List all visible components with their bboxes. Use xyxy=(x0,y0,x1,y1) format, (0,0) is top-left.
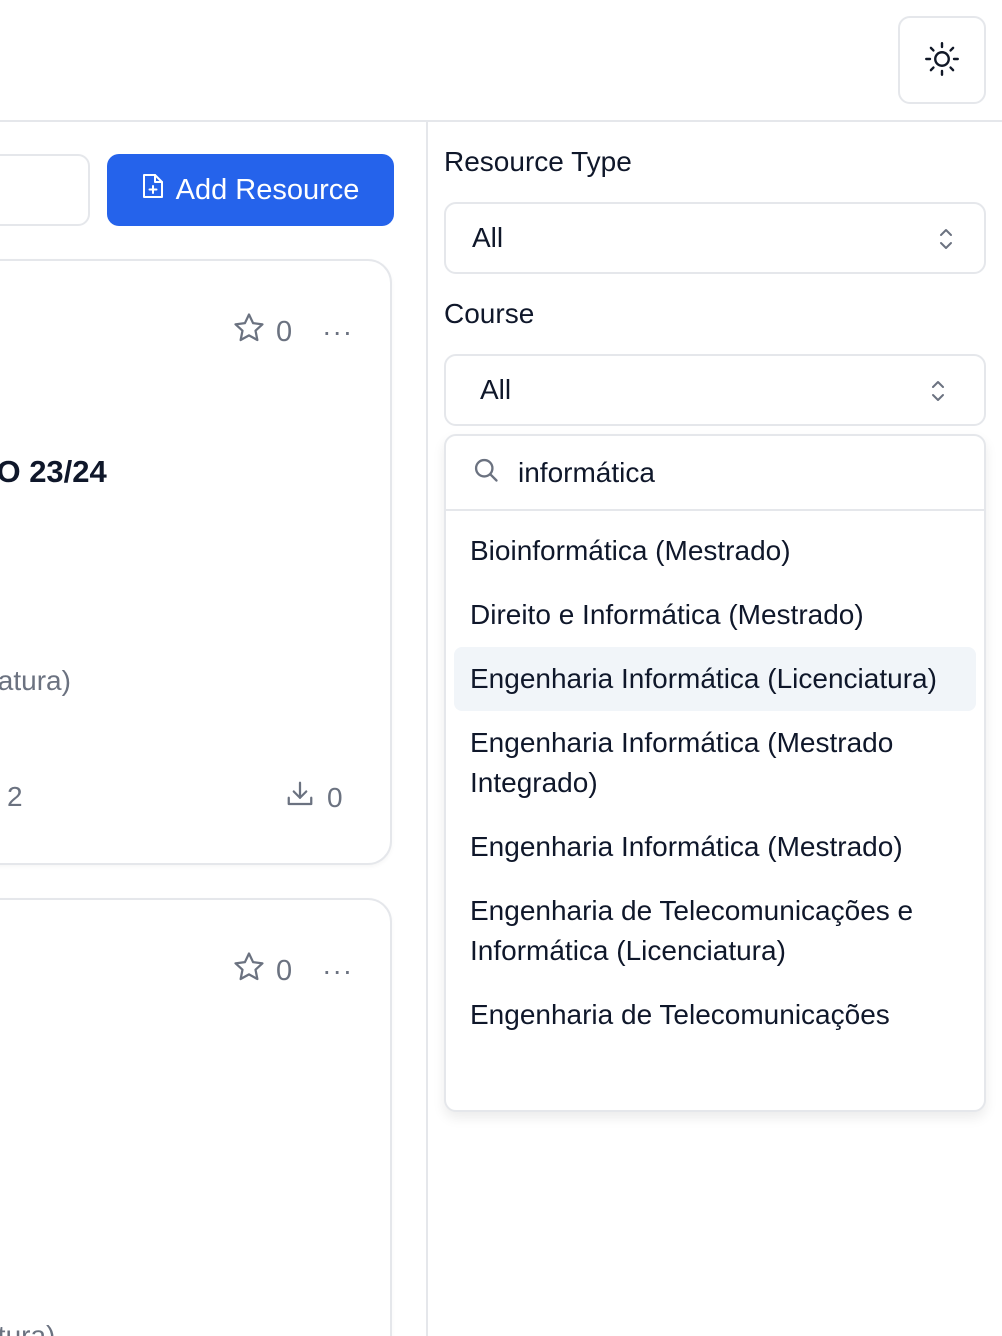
course-option[interactable]: Direito e Informática (Mestrado) xyxy=(454,583,976,647)
panel-divider xyxy=(426,122,428,1336)
star-icon[interactable] xyxy=(232,950,266,992)
resource-type-select[interactable]: All xyxy=(444,202,986,274)
resource-type-label: Resource Type xyxy=(444,146,632,177)
course-option[interactable]: Bioinformática (Mestrado) xyxy=(454,519,976,583)
course-option[interactable]: Engenharia de Telecomunicações e Informá… xyxy=(454,879,976,983)
course-search-input[interactable] xyxy=(518,456,938,489)
resource-type-value: All xyxy=(472,222,504,253)
download-stat: 0 xyxy=(285,779,343,816)
course-dropdown: Bioinformática (Mestrado) Direito e Info… xyxy=(444,434,986,1112)
search-input[interactable] xyxy=(0,154,90,226)
card-course: ciatura) xyxy=(0,1320,56,1336)
course-value: All xyxy=(480,374,512,405)
more-options-icon[interactable]: ··· xyxy=(322,957,353,985)
course-select[interactable]: All xyxy=(444,354,986,426)
course-option[interactable]: Engenharia de Telecomunicações xyxy=(454,983,976,1047)
card-actions: 0 ··· xyxy=(232,950,353,992)
search-icon xyxy=(472,456,500,489)
top-bar xyxy=(0,0,1002,122)
sun-icon xyxy=(924,41,960,80)
rating-count: 0 xyxy=(276,315,293,348)
chevron-up-down-icon xyxy=(930,378,946,411)
resource-card[interactable]: 0 ··· s IO 23/24 nciatura) 2 0 xyxy=(0,259,392,865)
course-search xyxy=(446,436,984,511)
add-resource-label: Add Resource xyxy=(175,173,360,206)
chevron-up-down-icon xyxy=(938,226,954,259)
course-options-list: Bioinformática (Mestrado) Direito e Info… xyxy=(446,511,984,1047)
course-option[interactable]: Engenharia Informática (Mestrado) xyxy=(454,815,976,879)
download-icon xyxy=(285,779,315,816)
more-options-icon[interactable]: ··· xyxy=(322,318,353,346)
star-icon[interactable] xyxy=(232,311,266,353)
file-plus-icon xyxy=(142,173,164,207)
course-option-highlighted[interactable]: Engenharia Informática (Licenciatura) xyxy=(454,647,976,711)
card-actions: 0 ··· xyxy=(232,311,353,353)
course-label: Course xyxy=(444,298,535,329)
resource-card[interactable]: 0 ··· ciatura) xyxy=(0,898,392,1336)
add-resource-button[interactable]: Add Resource xyxy=(107,154,394,226)
card-title[interactable]: s IO 23/24 xyxy=(0,454,107,490)
download-count: 0 xyxy=(327,781,343,813)
card-stat: 2 xyxy=(7,781,23,812)
rating-count: 0 xyxy=(276,954,293,987)
course-option[interactable]: Engenharia Informática (Mestrado Integra… xyxy=(454,711,976,815)
theme-toggle-button[interactable] xyxy=(898,16,986,104)
card-course: nciatura) xyxy=(0,665,71,696)
